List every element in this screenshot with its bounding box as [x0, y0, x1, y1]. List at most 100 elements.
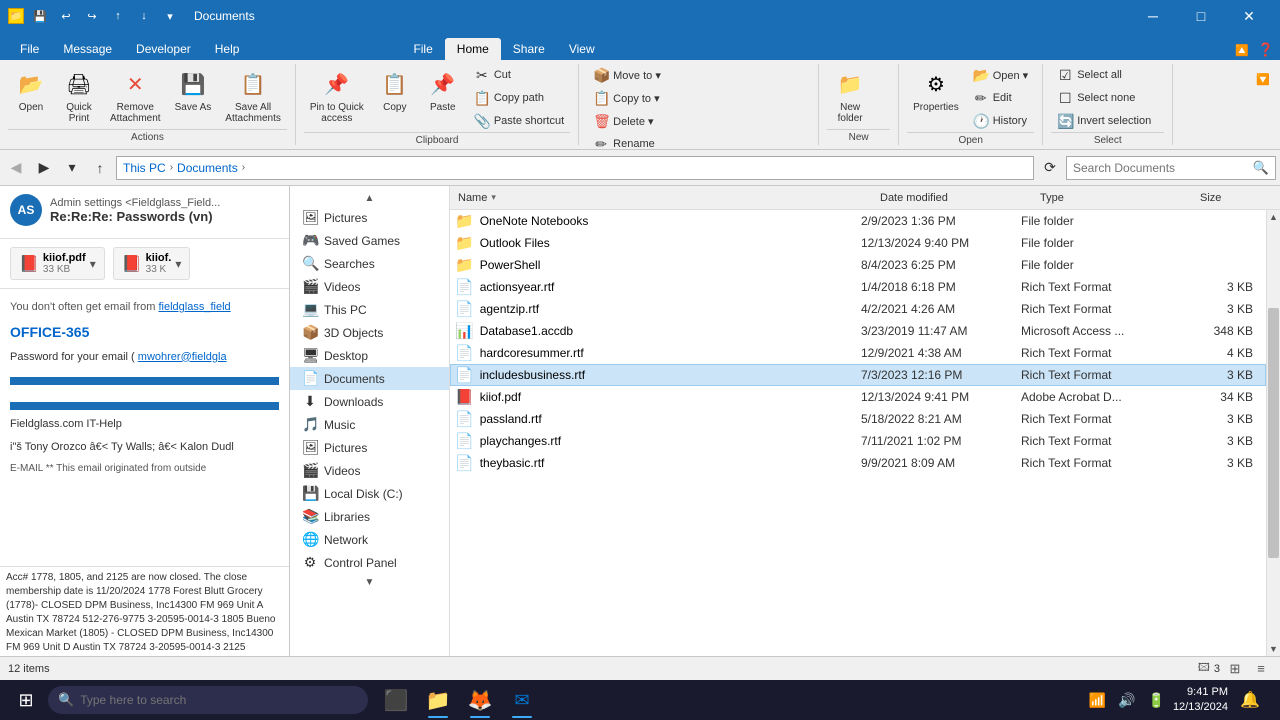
- select-none-button[interactable]: ☐ Select none: [1051, 87, 1157, 109]
- tab-view[interactable]: View: [557, 38, 607, 60]
- tray-sound-icon[interactable]: 🔊: [1114, 692, 1139, 709]
- nav-downloads[interactable]: ⬇ Downloads: [290, 390, 449, 413]
- invert-selection-button[interactable]: 🔄 Invert selection: [1051, 110, 1157, 132]
- attachment-1[interactable]: 📕 kiiof.pdf 33 KB ▾: [10, 247, 105, 280]
- file-row-powershell[interactable]: 📁 PowerShell 8/4/2023 6:25 PM File folde…: [450, 254, 1266, 276]
- quick-print-button[interactable]: 🖨 QuickPrint: [56, 64, 102, 128]
- tab-home[interactable]: Home: [445, 38, 501, 60]
- nav-desktop[interactable]: 🖥 Desktop: [290, 344, 449, 367]
- copy-to-button[interactable]: 📋 Copy to ▾: [587, 87, 667, 109]
- move-to-button[interactable]: 📦 Move to ▾: [587, 64, 667, 86]
- nav-control-panel[interactable]: ⚙ Control Panel: [290, 551, 449, 574]
- attachment-2-dropdown[interactable]: ▾: [175, 257, 181, 271]
- recent-locations-button[interactable]: ▾: [60, 156, 84, 180]
- attachment-2[interactable]: 📕 kiiof. 33 K ▾: [113, 247, 191, 280]
- refresh-button[interactable]: ⟳: [1038, 156, 1062, 180]
- file-row-outlook[interactable]: 📁 Outlook Files 12/13/2024 9:40 PM File …: [450, 232, 1266, 254]
- taskbar-outlook[interactable]: ✉: [502, 680, 542, 720]
- taskbar-search[interactable]: 🔍: [48, 686, 368, 714]
- up-qt-btn[interactable]: ↑: [108, 6, 128, 26]
- nav-saved-games[interactable]: 🎮 Saved Games: [290, 229, 449, 252]
- file-row-kiiof[interactable]: 📕 kiiof.pdf 12/13/2024 9:41 PM Adobe Acr…: [450, 386, 1266, 408]
- file-row-actionsyear[interactable]: 📄 actionsyear.rtf 1/4/2018 6:18 PM Rich …: [450, 276, 1266, 298]
- nav-documents[interactable]: 📄 Documents: [290, 367, 449, 390]
- tab-help[interactable]: Help: [203, 38, 252, 60]
- search-icon[interactable]: 🔍: [1253, 160, 1269, 176]
- nav-local-disk[interactable]: 💾 Local Disk (C:): [290, 482, 449, 505]
- password-link[interactable]: mwohrer@fieldgla: [138, 351, 227, 363]
- search-input[interactable]: [1073, 161, 1249, 175]
- taskbar-task-view[interactable]: ⬛: [376, 680, 416, 720]
- file-row-passland[interactable]: 📄 passland.rtf 5/18/2022 8:21 AM Rich Te…: [450, 408, 1266, 430]
- file-row-theybasic[interactable]: 📄 theybasic.rtf 9/9/2021 8:09 AM Rich Te…: [450, 452, 1266, 474]
- file-row-playchanges[interactable]: 📄 playchanges.rtf 7/11/2021 1:02 PM Rich…: [450, 430, 1266, 452]
- select-all-button[interactable]: ☑ Select all: [1051, 64, 1157, 86]
- email-cta-btn[interactable]: [10, 377, 279, 385]
- nav-music[interactable]: 🎵 Music: [290, 413, 449, 436]
- nav-videos-2[interactable]: 🎬 Videos: [290, 459, 449, 482]
- nav-libraries[interactable]: 📚 Libraries: [290, 505, 449, 528]
- tab-share[interactable]: Share: [501, 38, 557, 60]
- tab-message[interactable]: Message: [51, 38, 124, 60]
- tray-network-icon[interactable]: 📶: [1085, 692, 1110, 709]
- delete-button[interactable]: 🗑 Delete ▾: [587, 110, 667, 132]
- paste-shortcut-button[interactable]: 📎 Paste shortcut: [468, 110, 570, 132]
- view-list-btn[interactable]: ≡: [1250, 658, 1272, 680]
- nav-pictures-2[interactable]: 🖼 Pictures: [290, 436, 449, 459]
- open-dropdown-button[interactable]: 📂 Open ▾: [967, 64, 1035, 86]
- tab-developer[interactable]: Developer: [124, 38, 203, 60]
- taskbar-time[interactable]: 9:41 PM 12/13/2024: [1173, 685, 1228, 716]
- open-button[interactable]: 📂 Open: [8, 64, 54, 117]
- new-folder-button[interactable]: 📁 Newfolder: [827, 64, 873, 128]
- ribbon-expand-btn[interactable]: 🔽: [1250, 68, 1276, 90]
- minimize-button[interactable]: ─: [1130, 0, 1176, 32]
- undo-qt-btn[interactable]: ↩: [56, 6, 76, 26]
- copy-path-button[interactable]: 📋 Copy path: [468, 87, 570, 109]
- forward-button[interactable]: ▶: [32, 156, 56, 180]
- email-from-link[interactable]: fieldglass_field: [158, 301, 230, 313]
- header-size[interactable]: Size: [1196, 186, 1276, 209]
- save-as-button[interactable]: 💾 Save As: [169, 64, 218, 117]
- up-directory-button[interactable]: ↑: [88, 156, 112, 180]
- file-row-database1[interactable]: 📊 Database1.accdb 3/23/2019 11:47 AM Mic…: [450, 320, 1266, 342]
- taskbar-firefox[interactable]: 🦊: [460, 680, 500, 720]
- ribbon-collapse-btn[interactable]: 🔼: [1232, 40, 1252, 60]
- path-documents[interactable]: Documents: [177, 161, 238, 175]
- view-grid-btn[interactable]: ⊞: [1224, 658, 1246, 680]
- nav-this-pc[interactable]: 💻 This PC: [290, 298, 449, 321]
- file-row-onenote[interactable]: 📁 OneNote Notebooks 2/9/2023 1:36 PM Fil…: [450, 210, 1266, 232]
- nav-pictures[interactable]: 🖼 Pictures: [290, 206, 449, 229]
- path-this-pc[interactable]: This PC: [123, 161, 166, 175]
- vertical-scrollbar[interactable]: ▲ ▼: [1266, 210, 1280, 656]
- help-btn[interactable]: ❓: [1256, 40, 1276, 60]
- cut-button[interactable]: ✂ Cut: [468, 64, 570, 86]
- save-all-button[interactable]: 📋 Save AllAttachments: [219, 64, 287, 128]
- tab-file[interactable]: File: [8, 38, 51, 60]
- address-path[interactable]: This PC › Documents ›: [116, 156, 1034, 180]
- nav-3d-objects[interactable]: 📦 3D Objects: [290, 321, 449, 344]
- edit-button[interactable]: ✏ Edit: [967, 87, 1035, 109]
- close-button[interactable]: ✕: [1226, 0, 1272, 32]
- taskbar-search-input[interactable]: [80, 693, 358, 707]
- search-box[interactable]: 🔍: [1066, 156, 1276, 180]
- start-button[interactable]: ⊞: [4, 680, 48, 720]
- tray-battery-icon[interactable]: 🔋: [1144, 692, 1169, 709]
- nav-searches[interactable]: 🔍 Searches: [290, 252, 449, 275]
- nav-network[interactable]: 🌐 Network: [290, 528, 449, 551]
- remove-attachment-button[interactable]: ✕ RemoveAttachment: [104, 64, 167, 128]
- redo-qt-btn[interactable]: ↪: [82, 6, 102, 26]
- header-date[interactable]: Date modified: [876, 186, 1036, 209]
- more-qt-btn[interactable]: ▾: [160, 6, 180, 26]
- file-row-hardcoresummer[interactable]: 📄 hardcoresummer.rtf 12/9/2021 4:38 AM R…: [450, 342, 1266, 364]
- pin-to-quick-button[interactable]: 📌 Pin to Quickaccess: [304, 64, 370, 128]
- nav-videos-1[interactable]: 🎬 Videos: [290, 275, 449, 298]
- down-qt-btn[interactable]: ↓: [134, 6, 154, 26]
- scroll-up-btn[interactable]: ▲: [1267, 210, 1280, 224]
- save-qt-btn[interactable]: 💾: [30, 6, 50, 26]
- file-row-agentzip[interactable]: 📄 agentzip.rtf 4/2/2021 4:26 AM Rich Tex…: [450, 298, 1266, 320]
- file-row-includesbusiness[interactable]: 📄 includesbusiness.rtf 7/3/2023 12:16 PM…: [450, 364, 1266, 386]
- tab-file-explorer[interactable]: File: [401, 38, 444, 60]
- nav-scroll-up[interactable]: ▲: [290, 190, 449, 206]
- maximize-button[interactable]: □: [1178, 0, 1224, 32]
- nav-scroll-down[interactable]: ▼: [290, 574, 449, 590]
